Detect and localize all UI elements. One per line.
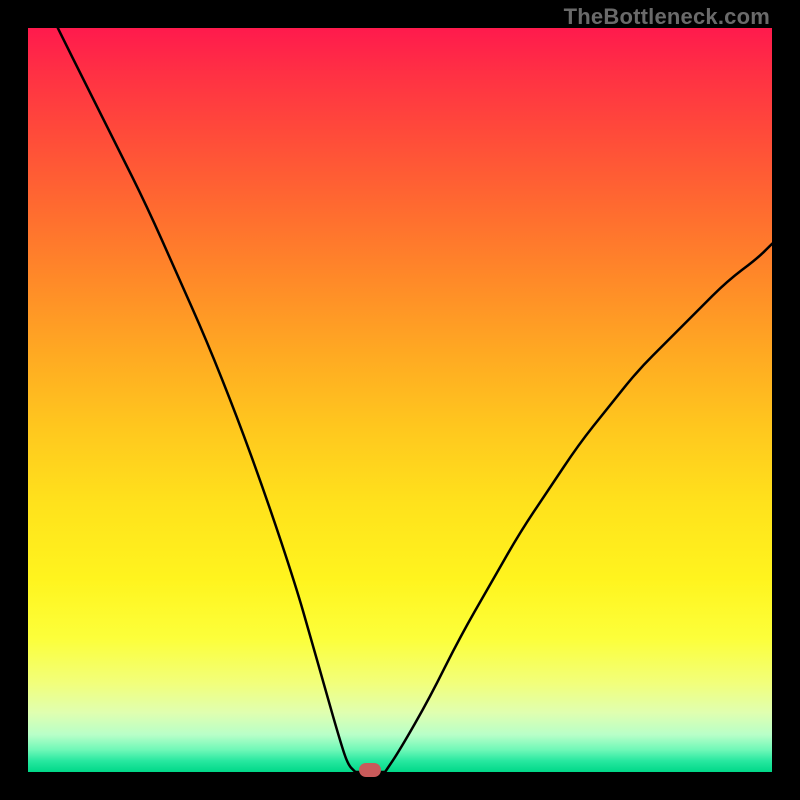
plot-area <box>28 28 772 772</box>
optimal-marker <box>359 763 381 777</box>
watermark-text: TheBottleneck.com <box>564 4 770 30</box>
bottleneck-curve <box>28 28 772 772</box>
chart-frame: TheBottleneck.com <box>0 0 800 800</box>
